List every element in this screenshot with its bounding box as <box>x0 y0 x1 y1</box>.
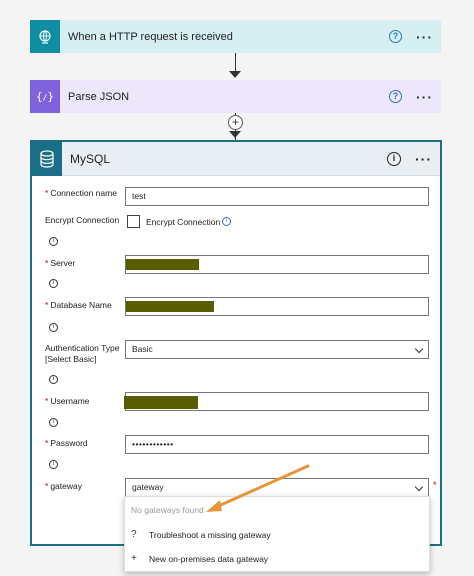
plus-icon: + <box>131 553 137 564</box>
chevron-down-icon <box>414 344 424 354</box>
required-marker: * <box>433 480 437 490</box>
more-options-button[interactable]: ··· <box>415 151 432 167</box>
help-icon[interactable]: ? <box>389 30 402 43</box>
server-label: * Server <box>45 258 76 268</box>
password-label: * Password <box>45 438 88 448</box>
info-icon[interactable]: i <box>49 375 58 384</box>
info-icon[interactable]: i <box>49 418 58 427</box>
authentication-type-select[interactable]: Basic <box>125 340 429 359</box>
parse-json-step[interactable]: {/} Parse JSON ? ··· <box>30 80 441 113</box>
connection-name-label: * Connection name <box>45 188 117 198</box>
redaction-bar <box>126 259 199 270</box>
password-input[interactable]: •••••••••••• <box>125 435 429 454</box>
http-request-step[interactable]: When a HTTP request is received ? ··· <box>30 20 441 53</box>
info-icon[interactable]: i <box>222 217 231 226</box>
database-name-input[interactable] <box>125 297 429 316</box>
redaction-bar <box>126 301 214 312</box>
encrypt-connection-checkbox[interactable] <box>127 215 140 228</box>
step-title: When a HTTP request is received <box>68 30 233 43</box>
more-options-button[interactable]: ··· <box>416 89 433 105</box>
step-title: Parse JSON <box>68 90 130 103</box>
mysql-action-card: MySQL i ··· * Connection name test Encryp… <box>30 140 442 546</box>
help-icon[interactable]: ? <box>389 90 402 103</box>
info-icon[interactable]: i <box>49 279 58 288</box>
encrypt-connection-checkbox-label: Encrypt Connection <box>146 217 221 227</box>
braces-icon: {/} <box>30 80 60 113</box>
info-icon[interactable]: i <box>387 151 401 166</box>
new-gateway-option[interactable]: + New on-premises data gateway <box>131 553 268 564</box>
gateway-dropdown-list: No gateways found ? Troubleshoot a missi… <box>124 496 430 572</box>
mysql-card-header[interactable]: MySQL i ··· <box>32 141 440 176</box>
option-label: Troubleshoot a missing gateway <box>149 529 271 540</box>
connection-name-input[interactable]: test <box>125 187 429 206</box>
connector-arrow <box>229 131 241 138</box>
redaction-bar <box>124 396 198 409</box>
database-name-label: * Database Name <box>45 300 112 310</box>
more-options-button[interactable]: ··· <box>416 29 433 45</box>
question-icon: ? <box>131 529 137 540</box>
no-gateways-message: No gateways found <box>131 505 204 515</box>
username-input[interactable] <box>124 392 429 411</box>
encrypt-connection-label: Encrypt Connection <box>45 215 120 225</box>
gateway-label: * gateway <box>45 481 82 491</box>
selected-value: Basic <box>132 344 153 354</box>
add-step-button[interactable]: + <box>228 115 243 130</box>
info-icon[interactable]: i <box>49 237 58 246</box>
database-icon <box>32 141 62 176</box>
gateway-select[interactable]: gateway <box>125 478 429 497</box>
authentication-type-label: Authentication Type [Select Basic] <box>45 343 120 364</box>
info-icon[interactable]: i <box>49 460 58 469</box>
chevron-down-icon <box>414 482 424 492</box>
card-title: MySQL <box>70 151 111 166</box>
selected-value: gateway <box>132 482 164 492</box>
connector-arrow <box>229 71 241 78</box>
connector-line <box>235 53 236 72</box>
option-label: New on-premises data gateway <box>149 553 269 564</box>
info-icon[interactable]: i <box>49 323 58 332</box>
server-input[interactable] <box>125 255 429 274</box>
globe-icon <box>30 20 60 53</box>
username-label: * Username <box>45 396 90 406</box>
troubleshoot-gateway-option[interactable]: ? Troubleshoot a missing gateway <box>131 529 271 540</box>
